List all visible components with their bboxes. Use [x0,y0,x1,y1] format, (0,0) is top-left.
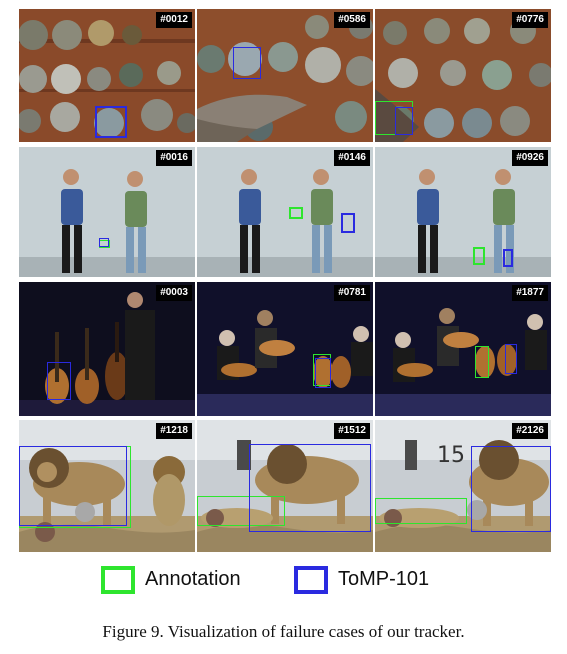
tomp-box [99,238,109,247]
frame-dancers-1: #0016 [19,147,195,277]
frame-number: #0586 [334,12,370,28]
tomp-swatch [294,566,328,594]
frame-number: #0926 [512,150,548,166]
dancers-scene-2 [197,147,373,277]
tomp-box [505,344,517,374]
annotation-box [375,498,467,524]
tomp-box [233,47,261,79]
frame-guitars-1: #0003 [19,282,195,416]
legend: Annotation ToMP-101 [0,566,567,596]
frame-number: #1877 [512,285,548,301]
frame-number: #0012 [156,12,192,28]
guitars-scene-1 [19,282,195,416]
frame-number: #2126 [512,423,548,439]
tomp-box [341,213,355,233]
tomp-box [249,444,371,532]
row-dancers: #0016 #0146 #0926 [19,147,551,277]
tomp-box [471,446,551,532]
frame-dancers-3: #0926 [375,147,551,277]
tomp-box [315,358,331,388]
coins-scene-2 [197,9,373,142]
frame-guitars-2: #0781 [197,282,373,416]
frame-lions-2: #1512 [197,420,373,552]
annotation-label: Annotation [145,568,241,590]
figure-caption: Figure 9. Visualization of failure cases… [102,622,465,641]
frame-coins-2: #0586 [197,9,373,142]
dancers-scene-1 [19,147,195,277]
annotation-swatch [101,566,135,594]
frame-number: #0003 [156,285,192,301]
tomp-box [47,362,71,400]
tomp-label: ToMP-101 [338,568,430,590]
annotation-box [289,207,303,219]
svg-text:15: 15 [437,443,465,468]
frame-number: #0016 [156,150,192,166]
guitars-scene-2 [197,282,373,416]
row-lions: #1218 #1512 15 #2126 [19,420,551,552]
frame-lions-1: #1218 [19,420,195,552]
row-coins: #0012 #0586 #0776 [19,9,551,142]
guitars-scene-3 [375,282,551,416]
annotation-box [475,346,489,378]
frame-guitars-3: #1877 [375,282,551,416]
frame-dancers-2: #0146 [197,147,373,277]
tomp-box [503,249,513,267]
tomp-box [395,107,413,135]
tomp-box [95,106,127,138]
dancers-scene-3 [375,147,551,277]
frame-number: #1512 [334,423,370,439]
tomp-box [19,446,127,526]
frame-number: #0781 [334,285,370,301]
frame-lions-3: 15 #2126 [375,420,551,552]
frame-number: #0776 [512,12,548,28]
row-guitars: #0003 #0781 #1877 [19,282,551,416]
frame-number: #0146 [334,150,370,166]
frame-number: #1218 [156,423,192,439]
frame-coins-3: #0776 [375,9,551,142]
annotation-box [473,247,485,265]
frame-coins-1: #0012 [19,9,195,142]
